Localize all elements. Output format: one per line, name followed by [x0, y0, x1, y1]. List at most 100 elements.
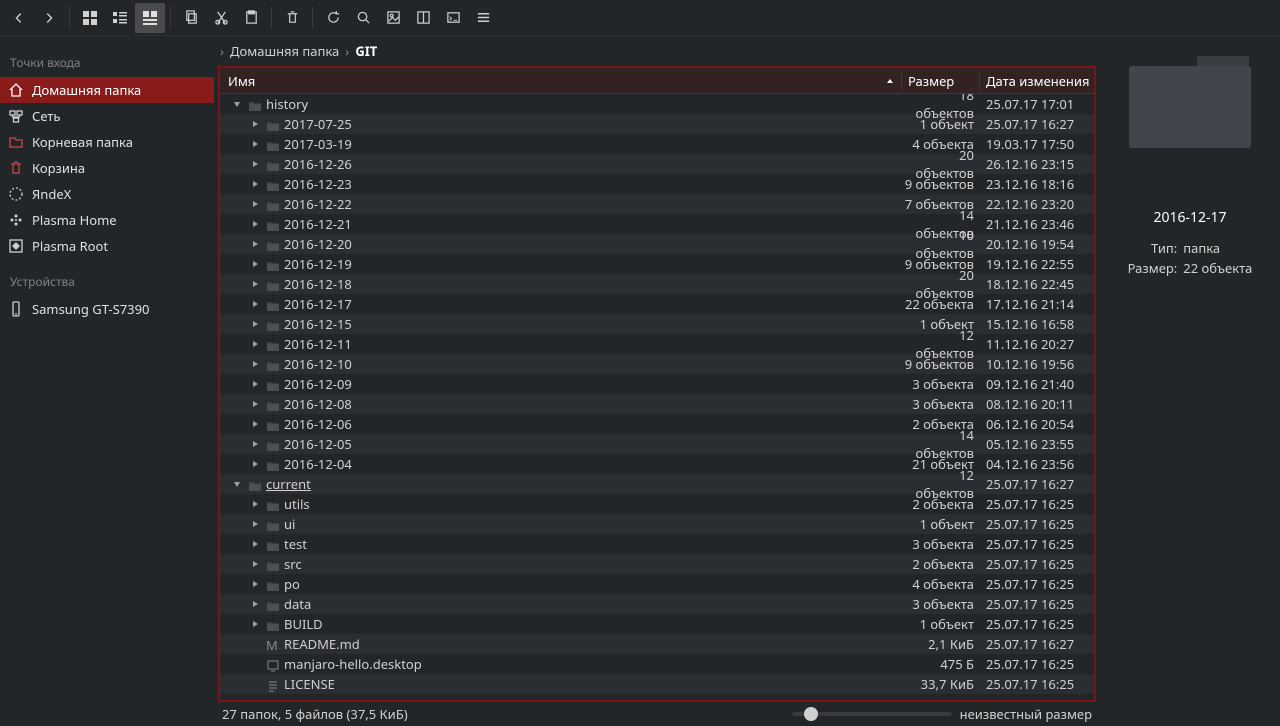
file-row[interactable]: 2016-12-093 объекта09.12.16 21:40: [220, 374, 1094, 394]
expander-icon[interactable]: [248, 539, 262, 549]
zoom-slider[interactable]: [792, 712, 952, 716]
expander-icon[interactable]: [248, 179, 262, 189]
col-size[interactable]: Размер: [902, 72, 980, 90]
copy-button[interactable]: [176, 3, 206, 33]
file-name: utils: [284, 495, 310, 513]
file-row[interactable]: utils2 объекта25.07.17 16:25: [220, 494, 1094, 514]
sidebar-item[interactable]: ЯndeX: [0, 181, 214, 207]
expander-icon[interactable]: [248, 619, 262, 629]
file-row[interactable]: ui1 объект25.07.17 16:25: [220, 514, 1094, 534]
expander-icon[interactable]: [248, 439, 262, 449]
expander-icon[interactable]: [248, 579, 262, 589]
expander-icon[interactable]: [248, 159, 262, 169]
file-row[interactable]: 2016-12-2010 объектов20.12.16 19:54: [220, 234, 1094, 254]
file-row[interactable]: 2017-07-251 объект25.07.17 16:27: [220, 114, 1094, 134]
refresh-button[interactable]: [318, 3, 348, 33]
sidebar-item[interactable]: Домашняя папка: [0, 77, 214, 103]
sidebar-item[interactable]: Samsung GT-S7390: [0, 296, 214, 322]
file-row[interactable]: 2016-12-1820 объектов18.12.16 22:45: [220, 274, 1094, 294]
folder-icon: [266, 278, 280, 290]
expander-icon[interactable]: [248, 199, 262, 209]
sidebar-item[interactable]: Сеть: [0, 103, 214, 129]
expander-icon[interactable]: [248, 319, 262, 329]
file-row[interactable]: 2016-12-1112 объектов11.12.16 20:27: [220, 334, 1094, 354]
expander-icon[interactable]: [248, 559, 262, 569]
sidebar-item[interactable]: Plasma Home: [0, 207, 214, 233]
back-button[interactable]: [4, 3, 34, 33]
text-icon: [266, 678, 280, 690]
file-row[interactable]: manjaro-hello.desktop475 Б25.07.17 16:25: [220, 654, 1094, 674]
column-header: Имя Размер Дата изменения: [220, 68, 1094, 94]
expander-icon[interactable]: [248, 519, 262, 529]
trash-button[interactable]: [277, 3, 307, 33]
expander-icon[interactable]: [248, 259, 262, 269]
crumb-home[interactable]: Домашняя папка: [230, 42, 339, 60]
menu-button[interactable]: [468, 3, 498, 33]
terminal-button[interactable]: [438, 3, 468, 33]
file-row[interactable]: BUILD1 объект25.07.17 16:25: [220, 614, 1094, 634]
view-icons-button[interactable]: [75, 3, 105, 33]
svg-text:M↓: M↓: [266, 640, 280, 652]
file-date: 19.03.17 17:50: [980, 135, 1094, 153]
expander-icon[interactable]: [248, 279, 262, 289]
file-row[interactable]: src2 объекта25.07.17 16:25: [220, 554, 1094, 574]
file-row[interactable]: LICENSE33,7 КиБ25.07.17 16:25: [220, 674, 1094, 694]
preview-pane: 2016-12-17 Тип: папка Размер: 22 объекта: [1100, 36, 1280, 726]
paste-button[interactable]: [236, 3, 266, 33]
cut-button[interactable]: [206, 3, 236, 33]
folder-icon: [266, 458, 280, 470]
expander-icon[interactable]: [248, 119, 262, 129]
expander-icon[interactable]: [248, 339, 262, 349]
file-row[interactable]: 2016-12-0514 объектов05.12.16 23:55: [220, 434, 1094, 454]
expander-icon[interactable]: [230, 479, 244, 489]
sidebar-item[interactable]: Корзина: [0, 155, 214, 181]
file-list[interactable]: history18 объектов25.07.17 17:012017-07-…: [220, 94, 1094, 700]
expander-icon[interactable]: [248, 399, 262, 409]
file-date: 23.12.16 18:16: [980, 175, 1094, 193]
expander-icon[interactable]: [248, 219, 262, 229]
expander-icon[interactable]: [230, 99, 244, 109]
forward-button[interactable]: [34, 3, 64, 33]
network-icon: [8, 108, 24, 124]
sidebar-item-label: Корневая папка: [32, 133, 133, 151]
expander-icon[interactable]: [248, 599, 262, 609]
view-details-button[interactable]: [135, 3, 165, 33]
expander-icon[interactable]: [248, 419, 262, 429]
col-date[interactable]: Дата изменения: [980, 72, 1094, 90]
view-compact-button[interactable]: [105, 3, 135, 33]
sidebar-item[interactable]: Plasma Root: [0, 233, 214, 259]
file-row[interactable]: 2016-12-2620 объектов26.12.16 23:15: [220, 154, 1094, 174]
preview-button[interactable]: [378, 3, 408, 33]
file-row[interactable]: 2016-12-083 объекта08.12.16 20:11: [220, 394, 1094, 414]
file-row[interactable]: 2016-12-1722 объекта17.12.16 21:14: [220, 294, 1094, 314]
file-row[interactable]: current12 объектов25.07.17 16:27: [220, 474, 1094, 494]
file-name: manjaro-hello.desktop: [284, 655, 422, 673]
folder-icon: [266, 218, 280, 230]
chevron-right-icon: ›: [345, 42, 349, 60]
sidebar: Точки входаДомашняя папкаСетьКорневая па…: [0, 36, 214, 726]
crumb-current[interactable]: GIT: [355, 42, 377, 60]
col-name[interactable]: Имя: [220, 72, 902, 90]
file-name: src: [284, 555, 302, 573]
expander-icon[interactable]: [248, 499, 262, 509]
file-name: 2016-12-22: [284, 195, 352, 213]
file-row[interactable]: 2016-12-109 объектов10.12.16 19:56: [220, 354, 1094, 374]
file-row[interactable]: history18 объектов25.07.17 17:01: [220, 94, 1094, 114]
search-button[interactable]: [348, 3, 378, 33]
folder-icon: [266, 198, 280, 210]
file-row[interactable]: po4 объекта25.07.17 16:25: [220, 574, 1094, 594]
file-row[interactable]: test3 объекта25.07.17 16:25: [220, 534, 1094, 554]
expander-icon[interactable]: [248, 239, 262, 249]
expander-icon[interactable]: [248, 139, 262, 149]
file-date: 25.07.17 16:25: [980, 575, 1094, 593]
file-row[interactable]: 2016-12-239 объектов23.12.16 18:16: [220, 174, 1094, 194]
file-name: 2016-12-04: [284, 455, 352, 473]
split-button[interactable]: [408, 3, 438, 33]
expander-icon[interactable]: [248, 379, 262, 389]
expander-icon[interactable]: [248, 299, 262, 309]
sidebar-item[interactable]: Корневая папка: [0, 129, 214, 155]
expander-icon[interactable]: [248, 359, 262, 369]
file-row[interactable]: M↓README.md2,1 КиБ25.07.17 16:27: [220, 634, 1094, 654]
expander-icon[interactable]: [248, 459, 262, 469]
file-row[interactable]: data3 объекта25.07.17 16:25: [220, 594, 1094, 614]
